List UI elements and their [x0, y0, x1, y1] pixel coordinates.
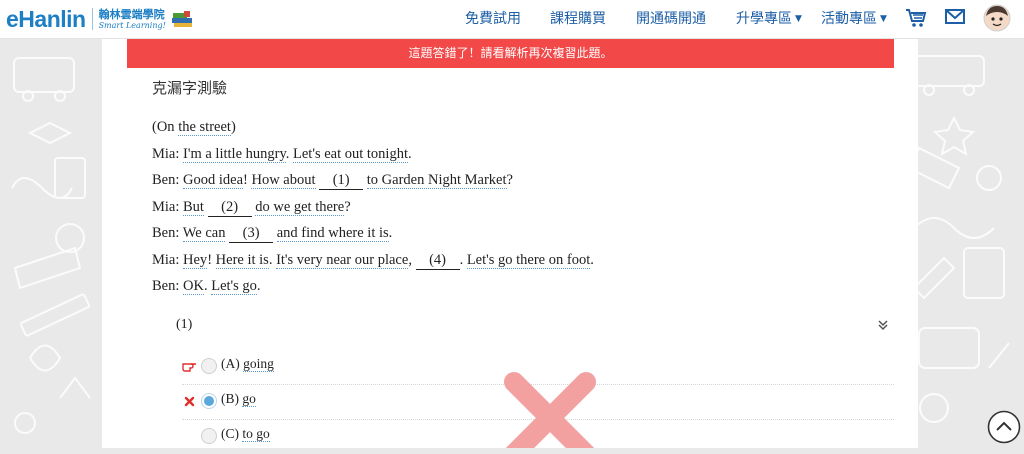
logo-wordmark: eHanlin [6, 5, 86, 32]
chevron-down-icon: ▼ [795, 14, 802, 24]
doodle-pattern-icon [11, 57, 91, 434]
speaker: Mia: [152, 198, 184, 215]
option-text: going [243, 356, 274, 372]
answer-blank-1: (1) [319, 171, 364, 190]
passage-line: Mia: But (2) do we get there? [152, 197, 594, 224]
section-title: 克漏字測驗 [152, 79, 228, 97]
glossary-phrase[interactable]: do we get there [255, 198, 345, 216]
passage-line: Ben: OK. Let's go. [152, 276, 594, 303]
logo-tagline: Smart Learning! [98, 20, 166, 30]
answer-blank-4: (4) [415, 251, 460, 270]
text: ? [506, 172, 513, 188]
ehanlin-logo[interactable]: eHanlin 翰林雲端學院 Smart Learning! [6, 5, 194, 33]
speaker: Ben: [152, 172, 184, 188]
text: ? [344, 198, 351, 215]
glossary-phrase[interactable]: OK [183, 278, 204, 295]
text: . [256, 278, 261, 294]
option-radio[interactable] [201, 428, 217, 444]
glossary-phrase[interactable]: Let's go there on foot [466, 251, 591, 269]
question-number: (1) [176, 317, 193, 332]
speaker: Mia: [152, 251, 184, 268]
logo-divider [91, 8, 93, 30]
pointing-hand-icon [182, 363, 196, 372]
text: ) [230, 119, 236, 135]
nav-label: 活動專區 [821, 11, 877, 27]
glossary-phrase[interactable]: to Garden Night Market [366, 172, 507, 189]
text: . [407, 145, 412, 162]
wrong-mark-icon [184, 396, 195, 407]
glossary-phrase[interactable]: Good idea [183, 172, 244, 189]
cart-icon[interactable] [904, 6, 928, 30]
logo-chinese-name: 翰林雲端學院 [98, 7, 165, 21]
text: . [268, 251, 277, 268]
logo-subtitle: 翰林雲端學院 Smart Learning! [99, 9, 166, 30]
mail-icon[interactable] [944, 6, 966, 28]
option-text: to go [242, 426, 270, 442]
glossary-phrase[interactable]: Hey [183, 251, 208, 269]
passage-line: Ben: We can (3) and find where it is. [152, 223, 594, 250]
glossary-phrase[interactable]: Let's go [211, 278, 257, 295]
glossary-phrase[interactable]: But [183, 198, 204, 216]
glossary-phrase[interactable]: the street [178, 119, 231, 136]
chevron-down-icon: ▼ [880, 14, 887, 24]
text: . [590, 251, 594, 268]
passage-line: Mia: Hey! Here it is. It's very near our… [152, 250, 594, 277]
answer-blank-3: (3) [229, 224, 274, 243]
option-label: (B) go [221, 391, 256, 407]
glossary-phrase[interactable]: I'm a little hungry [183, 145, 286, 163]
double-chevron-down-icon[interactable] [876, 318, 890, 332]
text: . [285, 145, 294, 162]
option-label: (A) going [221, 356, 274, 372]
glossary-phrase[interactable]: We can [182, 225, 226, 242]
option-radio-selected[interactable] [201, 393, 217, 409]
option-text: go [242, 391, 256, 407]
nav-label: 開通碼開通 [636, 11, 706, 27]
decorative-doodles-left [0, 38, 110, 448]
speaker: Ben: [152, 278, 184, 294]
text: (On [152, 119, 179, 135]
nav-label: 課程購買 [550, 11, 606, 27]
cloze-passage: (On the street) Mia: I'm a little hungry… [152, 117, 594, 303]
nav-label: 免費試用 [465, 11, 521, 27]
nav-admissions-zone[interactable]: 升學專區 ▼ [736, 8, 802, 28]
avatar[interactable] [983, 4, 1011, 32]
glossary-phrase[interactable]: How about [251, 172, 316, 189]
nav-course-purchase[interactable]: 課程購買 [550, 8, 606, 28]
text: ! [207, 251, 216, 268]
option-radio[interactable] [201, 358, 217, 374]
glossary-phrase[interactable]: Let's eat out tonight [293, 145, 408, 163]
scroll-to-top-button[interactable] [987, 410, 1021, 444]
big-wrong-x-icon [504, 372, 596, 448]
option-letter: (C) [221, 426, 243, 441]
text: . [459, 251, 467, 268]
nav-activation-code[interactable]: 開通碼開通 [636, 8, 706, 28]
glossary-phrase[interactable]: It's very near our place [276, 251, 409, 269]
text: , [408, 251, 416, 268]
option-letter: (B) [221, 391, 243, 406]
wrong-answer-banner: 這題答錯了！請看解析再次複習此題。 [127, 39, 894, 68]
passage-line: Mia: I'm a little hungry. Let's eat out … [152, 144, 594, 171]
text: . [388, 225, 393, 241]
top-navigation-bar: eHanlin 翰林雲端學院 Smart Learning! 免費試用 課程購買… [0, 0, 1024, 39]
answer-blank-2: (2) [207, 198, 252, 217]
nav-events-zone[interactable]: 活動專區 ▼ [821, 8, 887, 28]
speaker: Ben: [152, 225, 183, 241]
glossary-phrase[interactable]: Here it is [215, 251, 269, 269]
speaker: Mia: [152, 145, 184, 162]
books-icon [171, 11, 192, 27]
glossary-phrase[interactable]: and find where it is [276, 225, 389, 242]
passage-line: (On the street) [152, 117, 594, 144]
option-label: (C) to go [221, 426, 270, 442]
nav-free-trial[interactable]: 免費試用 [465, 8, 521, 28]
passage-line: Ben: Good idea! How about (1) to Garden … [152, 170, 594, 197]
nav-label: 升學專區 [736, 11, 792, 27]
option-letter: (A) [221, 356, 244, 371]
